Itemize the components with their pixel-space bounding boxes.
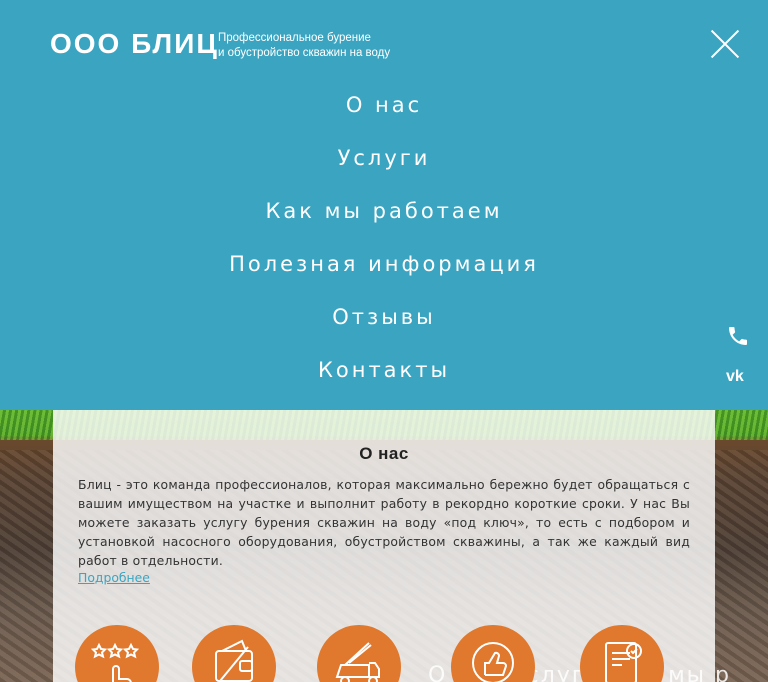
about-title: О нас bbox=[359, 444, 409, 463]
thumbs-up-badge-icon bbox=[451, 625, 535, 682]
tagline-line2: и обустройство скважин на воду bbox=[218, 47, 391, 59]
nav-item-about[interactable]: О нас bbox=[0, 90, 768, 143]
tagline: Профессиональное бурение и обустройство … bbox=[218, 31, 390, 61]
nav-item-services[interactable]: Услуги bbox=[0, 143, 768, 196]
rating-stars-icon bbox=[75, 625, 159, 682]
nav-item-how-we-work[interactable]: Как мы работаем bbox=[0, 196, 768, 249]
phone-icon[interactable] bbox=[726, 324, 750, 348]
close-icon[interactable] bbox=[711, 30, 739, 58]
nav-item-contacts[interactable]: Контакты bbox=[0, 355, 768, 408]
drilling-truck-icon bbox=[317, 625, 401, 682]
about-more-link[interactable]: Подробнее bbox=[78, 570, 150, 585]
vk-icon[interactable]: vk bbox=[726, 368, 752, 386]
tagline-line1: Профессиональное бурение bbox=[218, 32, 371, 44]
wallet-icon bbox=[192, 625, 276, 682]
nav-item-useful-info[interactable]: Полезная информация bbox=[0, 249, 768, 302]
certificate-icon bbox=[580, 625, 664, 682]
logo[interactable]: ООО БЛИЦ bbox=[50, 28, 219, 60]
nav-item-reviews[interactable]: Отзывы bbox=[0, 302, 768, 355]
features-icons bbox=[0, 625, 768, 682]
overlay-menu: ООО БЛИЦ Профессиональное бурение и обус… bbox=[0, 0, 768, 410]
main-nav: О нас Услуги Как мы работаем Полезная ин… bbox=[0, 90, 768, 408]
about-text: Блиц - это команда профессионалов, котор… bbox=[78, 477, 690, 568]
